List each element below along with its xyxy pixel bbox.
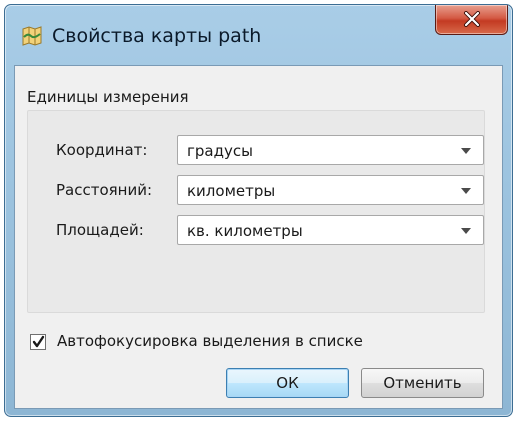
distance-unit-value: километры xyxy=(187,182,276,200)
checkmark-icon xyxy=(32,335,45,348)
distance-label: Расстояний: xyxy=(56,181,153,199)
autofocus-checkbox[interactable] xyxy=(30,334,46,350)
coordinates-label: Координат: xyxy=(56,141,148,159)
autofocus-checkbox-label[interactable]: Автофокусировка выделения в списке xyxy=(57,332,363,350)
distance-unit-select[interactable]: километры xyxy=(177,175,484,205)
dialog-window: Свойства карты path Единицы измерения Ко… xyxy=(4,4,513,417)
title-bar[interactable]: Свойства карты path xyxy=(5,5,512,63)
window-title: Свойства карты path xyxy=(52,25,262,47)
cancel-button[interactable]: Отменить xyxy=(361,368,484,398)
chevron-down-icon xyxy=(461,148,471,154)
coordinates-unit-select[interactable]: градусы xyxy=(177,135,484,165)
area-unit-select[interactable]: кв. километры xyxy=(177,215,484,245)
close-button[interactable] xyxy=(435,5,508,35)
units-group-title: Единицы измерения xyxy=(27,88,189,106)
chevron-down-icon xyxy=(461,228,471,234)
area-label: Площадей: xyxy=(56,221,144,239)
dialog-client-area: Единицы измерения Координат: градусы Рас… xyxy=(14,65,503,409)
close-icon xyxy=(464,11,480,27)
area-unit-value: кв. километры xyxy=(187,222,303,240)
ok-button[interactable]: ОК xyxy=(226,368,349,398)
chevron-down-icon xyxy=(461,188,471,194)
units-group-panel: Координат: градусы Расстояний: километры… xyxy=(27,110,485,313)
coordinates-unit-value: градусы xyxy=(187,142,253,160)
map-app-icon xyxy=(21,25,43,47)
